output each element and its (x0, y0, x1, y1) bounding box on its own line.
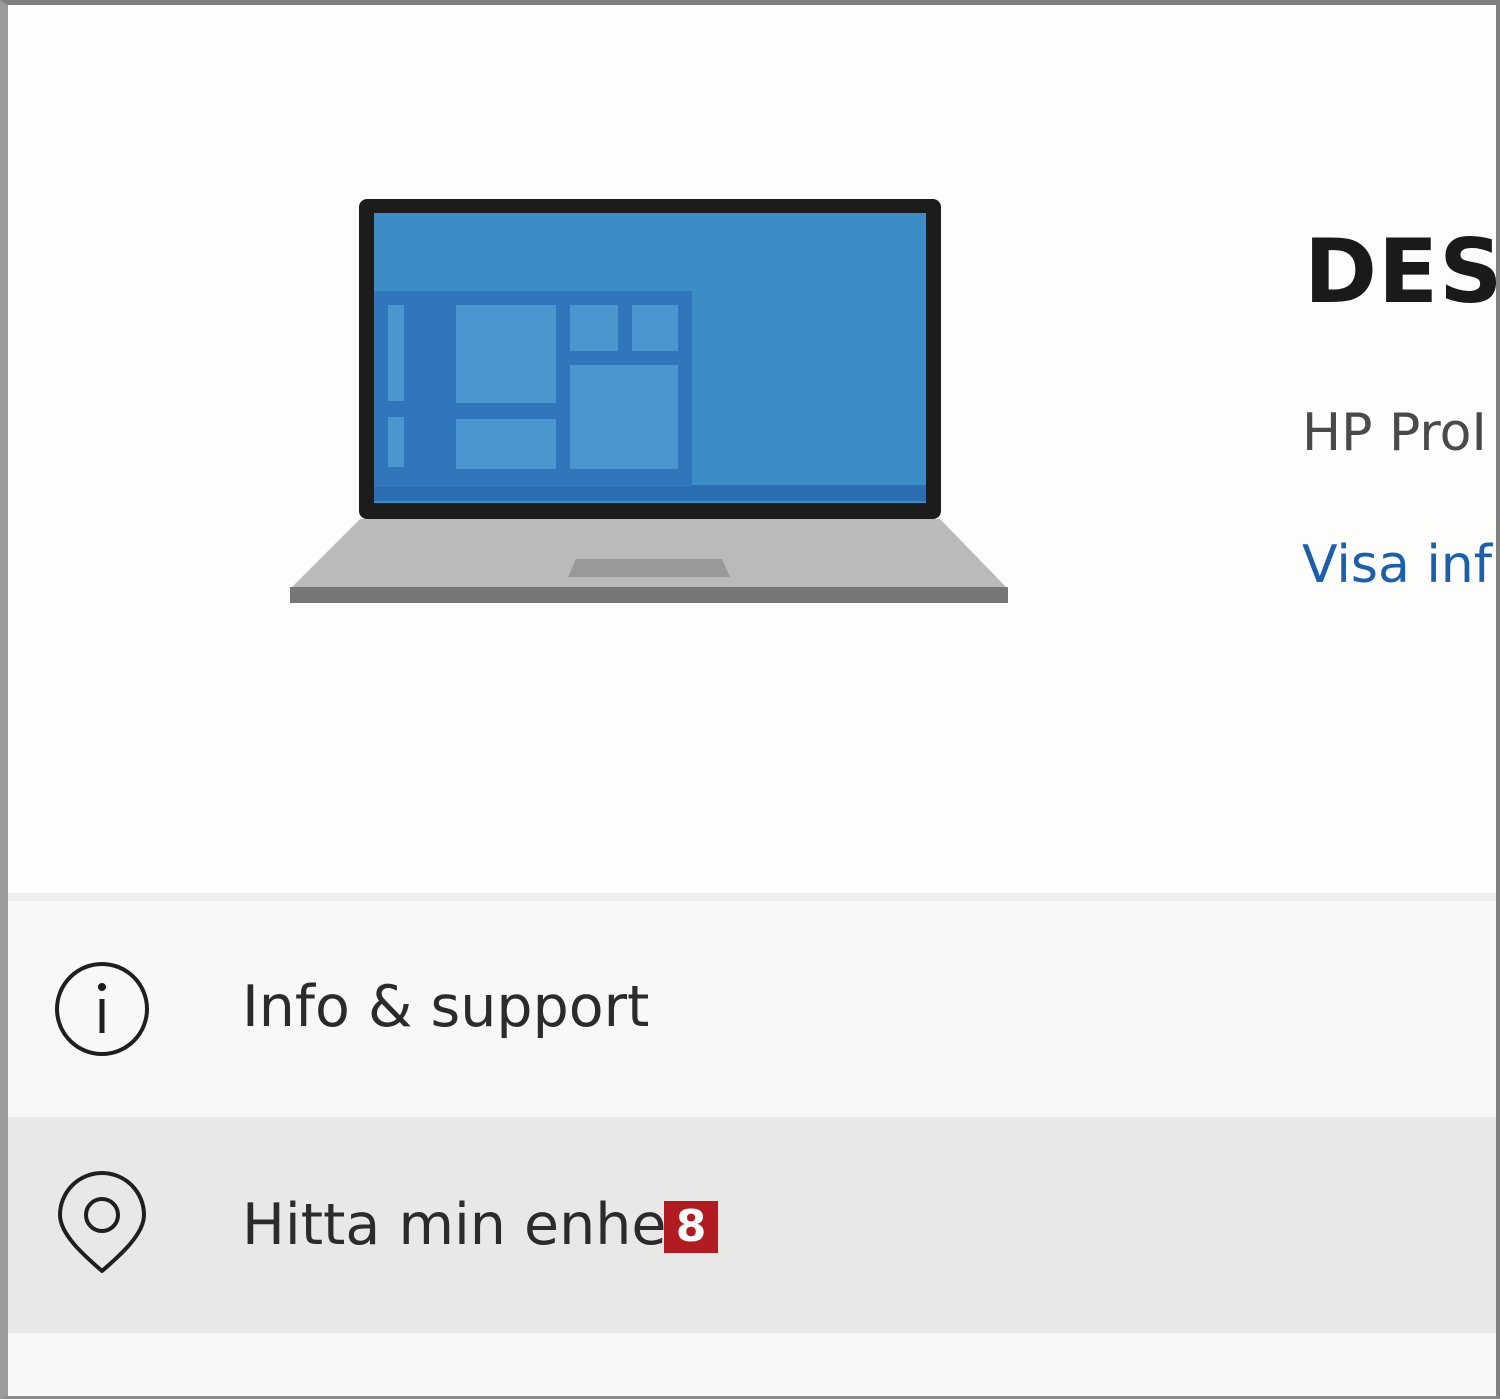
device-name: DESI (1304, 220, 1500, 323)
list-item-label: Hitta min enhet (242, 1192, 689, 1258)
step-badge: 8 (664, 1201, 718, 1253)
list-item-find-my-device[interactable]: Hitta min enhet 8 (8, 1117, 1496, 1333)
list-item-label: Info & support (242, 974, 650, 1040)
device-header: DESI HP ProI Visa inf (8, 5, 1496, 895)
info-icon (50, 957, 154, 1061)
device-info-link[interactable]: Visa inf (1302, 535, 1492, 595)
list-item-partial (8, 1333, 1496, 1396)
list-item-info-support[interactable]: Info & support (8, 901, 1496, 1117)
laptop-illustration (290, 199, 1008, 603)
location-pin-icon (50, 1171, 154, 1275)
device-model: HP ProI (1302, 403, 1487, 463)
divider (8, 893, 1496, 901)
settings-window: DESI HP ProI Visa inf Info & support Hit… (0, 0, 1500, 1399)
